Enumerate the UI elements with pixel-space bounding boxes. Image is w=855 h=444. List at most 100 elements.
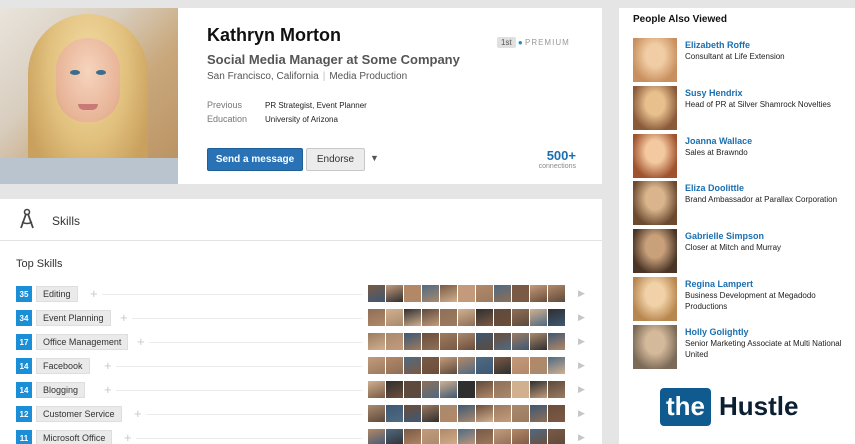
skill-endorsement-count[interactable]: 12 [16,406,32,422]
person-name-link[interactable]: Regina Lampert [685,279,753,289]
endorser-avatar[interactable] [512,285,529,302]
endorser-avatar[interactable] [512,309,529,326]
endorser-avatar[interactable] [476,357,493,374]
education-value[interactable]: University of Arizona [265,115,338,124]
endorser-avatar[interactable] [548,333,565,350]
profile-photo[interactable] [0,8,178,184]
endorser-avatar[interactable] [530,381,547,398]
industry-link[interactable]: Media Production [329,71,407,82]
endorser-avatar[interactable] [404,381,421,398]
chevron-right-icon[interactable]: ▶ [578,360,585,371]
chevron-right-icon[interactable]: ▶ [578,384,585,395]
endorser-avatar[interactable] [368,309,385,326]
endorser-avatar[interactable] [476,333,493,350]
endorser-avatar[interactable] [386,405,403,422]
endorser-avatar[interactable] [494,285,511,302]
endorser-avatar[interactable] [494,357,511,374]
endorser-avatar[interactable] [422,381,439,398]
endorser-avatar[interactable] [422,333,439,350]
chevron-right-icon[interactable]: ▶ [578,312,585,323]
endorser-avatar[interactable] [458,333,475,350]
endorse-plus-icon[interactable]: + [120,310,128,326]
skill-name-pill[interactable]: Event Planning [36,310,111,326]
endorser-avatar[interactable] [512,381,529,398]
endorser-avatar[interactable] [548,285,565,302]
endorser-avatar[interactable] [494,309,511,326]
endorser-avatar[interactable] [530,333,547,350]
endorser-avatar[interactable] [368,285,385,302]
person-name-link[interactable]: Eliza Doolittle [685,183,744,193]
endorser-avatar[interactable] [404,429,421,444]
skill-name-pill[interactable]: Office Management [36,334,129,350]
endorser-avatar[interactable] [512,429,529,444]
skill-name-pill[interactable]: Facebook [36,358,90,374]
endorser-avatar[interactable] [458,429,475,444]
endorse-plus-icon[interactable]: + [104,382,112,398]
more-actions-caret-icon[interactable]: ▼ [370,153,379,163]
endorser-avatar[interactable] [494,429,511,444]
endorser-avatar[interactable] [422,405,439,422]
skill-name-pill[interactable]: Customer Service [36,406,122,422]
send-message-button[interactable]: Send a message [207,148,303,171]
people-also-viewed-item[interactable]: Eliza Doolittle Brand Ambassador at Paral… [633,181,855,226]
endorser-avatar[interactable] [440,309,457,326]
skill-endorsement-count[interactable]: 17 [16,334,32,350]
endorser-avatar[interactable] [548,309,565,326]
person-name-link[interactable]: Susy Hendrix [685,88,743,98]
endorser-avatar[interactable] [530,285,547,302]
person-avatar[interactable] [633,277,677,321]
skill-name-pill[interactable]: Editing [36,286,78,302]
endorser-avatar[interactable] [386,285,403,302]
endorser-avatar[interactable] [368,333,385,350]
people-also-viewed-item[interactable]: Gabrielle Simpson Closer at Mitch and Mur… [633,229,855,274]
endorser-avatar[interactable] [404,285,421,302]
endorser-avatar[interactable] [548,381,565,398]
endorser-avatar[interactable] [548,405,565,422]
person-avatar[interactable] [633,85,677,130]
skill-endorsement-count[interactable]: 35 [16,286,32,302]
endorse-plus-icon[interactable]: + [137,334,145,350]
endorser-avatar[interactable] [386,381,403,398]
endorser-avatar[interactable] [530,357,547,374]
endorser-avatar[interactable] [386,357,403,374]
skill-name-pill[interactable]: Microsoft Office [36,430,113,444]
chevron-right-icon[interactable]: ▶ [578,288,585,299]
endorser-avatar[interactable] [512,333,529,350]
endorser-avatar[interactable] [404,357,421,374]
person-avatar[interactable] [633,133,677,178]
endorser-avatar[interactable] [494,333,511,350]
people-also-viewed-item[interactable]: Susy Hendrix Head of PR at Silver Shamroc… [633,85,855,131]
person-avatar[interactable] [633,229,677,274]
endorser-avatar[interactable] [386,309,403,326]
chevron-right-icon[interactable]: ▶ [578,432,585,443]
endorser-avatar[interactable] [440,381,457,398]
endorser-avatar[interactable] [368,429,385,444]
people-also-viewed-item[interactable]: Holly Golightly Senior Marketing Associat… [633,324,855,370]
people-also-viewed-item[interactable]: Elizabeth Roffe Consultant at Life Extens… [633,38,855,83]
endorser-avatar[interactable] [548,429,565,444]
endorser-avatar[interactable] [476,309,493,326]
connections-count[interactable]: 500+ connections [539,148,576,170]
endorser-avatar[interactable] [458,405,475,422]
endorser-avatar[interactable] [476,405,493,422]
person-avatar[interactable] [633,38,677,82]
endorser-avatar[interactable] [494,405,511,422]
endorse-plus-icon[interactable]: + [90,286,98,302]
chevron-right-icon[interactable]: ▶ [578,408,585,419]
skill-endorsement-count[interactable]: 34 [16,310,32,326]
person-name-link[interactable]: Joanna Wallace [685,136,752,146]
endorser-avatar[interactable] [494,381,511,398]
endorse-plus-icon[interactable]: + [124,430,132,444]
endorser-avatar[interactable] [440,405,457,422]
endorser-avatar[interactable] [422,357,439,374]
endorser-avatar[interactable] [404,309,421,326]
chevron-right-icon[interactable]: ▶ [578,336,585,347]
skill-endorsement-count[interactable]: 14 [16,382,32,398]
endorse-plus-icon[interactable]: + [134,406,142,422]
endorser-avatar[interactable] [530,309,547,326]
endorser-avatar[interactable] [476,381,493,398]
endorser-avatar[interactable] [548,357,565,374]
people-also-viewed-item[interactable]: Joanna Wallace Sales at Brawndo [633,133,855,179]
endorser-avatar[interactable] [458,309,475,326]
endorser-avatar[interactable] [368,381,385,398]
